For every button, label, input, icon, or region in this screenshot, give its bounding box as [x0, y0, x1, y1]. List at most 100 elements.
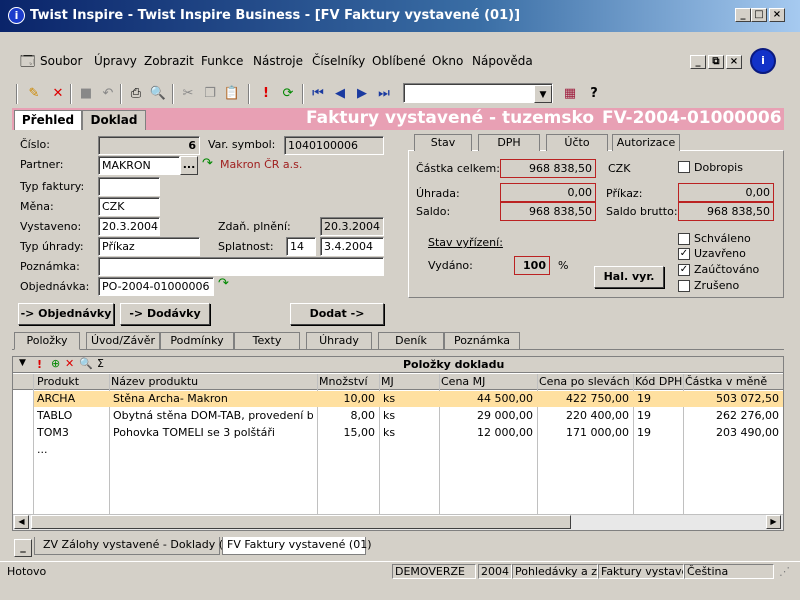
minimize-button[interactable]: _: [735, 8, 751, 22]
cell-castka[interactable]: 503 072,50: [685, 392, 779, 405]
cut-icon[interactable]: ✂: [178, 84, 198, 104]
partner-name-link[interactable]: Makron ČR a.s.: [220, 158, 302, 171]
tab-texty[interactable]: Texty: [234, 332, 300, 349]
cell-nazev[interactable]: Obytná stěna DOM-TAB, provedení buk: [113, 409, 313, 422]
tab-prehled[interactable]: Přehled: [14, 110, 82, 130]
tab-dph[interactable]: DPH: [478, 134, 540, 151]
col-cena-mj[interactable]: Cena MJ: [441, 375, 485, 388]
delete-icon[interactable]: ✕: [48, 84, 68, 104]
menu-funkce[interactable]: Funkce: [201, 54, 243, 68]
cell-cena-po-slevach[interactable]: 171 000,00: [539, 426, 629, 439]
cell-castka[interactable]: 203 490,00: [685, 426, 779, 439]
col-produkt[interactable]: Produkt: [37, 375, 79, 388]
tab-uhrady[interactable]: Úhrady: [306, 332, 372, 349]
typ-uhrady-input[interactable]: Příkaz: [98, 237, 200, 256]
col-kod-dph[interactable]: Kód DPH: [635, 375, 682, 388]
doc-icon[interactable]: 🗔: [20, 51, 35, 75]
cell-cena-po-slevach[interactable]: 422 750,00: [539, 392, 629, 405]
scroll-right-icon[interactable]: ▶: [766, 515, 781, 529]
cell-kod-dph[interactable]: 19: [637, 426, 651, 439]
paste-icon[interactable]: 📋: [222, 84, 242, 104]
next-record-icon[interactable]: ▶: [352, 84, 372, 104]
menu-napoveda[interactable]: Nápověda: [472, 54, 533, 68]
cell-produkt[interactable]: TOM3: [37, 426, 69, 439]
delete-row-icon[interactable]: ✕: [65, 357, 74, 370]
book-icon[interactable]: ▦: [560, 84, 580, 104]
print-icon[interactable]: ⎙: [126, 84, 146, 104]
prev-record-icon[interactable]: ◀: [330, 84, 350, 104]
add-row-icon[interactable]: ⊕: [51, 357, 60, 370]
tab-denik[interactable]: Deník: [378, 332, 444, 349]
dodat-button[interactable]: Dodat ->: [290, 303, 384, 325]
info-icon[interactable]: i: [750, 48, 776, 74]
window-tab-fv[interactable]: FV Faktury vystavené (01): [222, 537, 372, 555]
schvaleno-checkbox[interactable]: [678, 233, 690, 245]
menu-soubor[interactable]: Soubor: [40, 54, 82, 68]
mdi-close-button[interactable]: ×: [726, 55, 742, 69]
dobropis-checkbox[interactable]: [678, 161, 690, 173]
first-record-icon[interactable]: ⏮: [308, 84, 328, 104]
close-button[interactable]: ×: [769, 8, 785, 22]
cell-cena-mj[interactable]: 12 000,00: [441, 426, 533, 439]
undo-icon[interactable]: ↶: [98, 84, 118, 104]
tabs-minimize-button[interactable]: _: [14, 539, 32, 557]
cell-kod-dph[interactable]: 19: [637, 409, 651, 422]
splatnost-input[interactable]: 3.4.2004: [320, 237, 384, 256]
maximize-button[interactable]: □: [751, 8, 767, 22]
objednavky-button[interactable]: -> Objednávky: [18, 303, 114, 325]
vystaveno-input[interactable]: 20.3.2004: [98, 217, 160, 236]
scroll-left-icon[interactable]: ◀: [14, 515, 29, 529]
mdi-restore-button[interactable]: ⧉: [708, 55, 724, 69]
cell-cena-po-slevach[interactable]: 220 400,00: [539, 409, 629, 422]
print-preview-icon[interactable]: 🔍: [148, 84, 168, 104]
cell-nazev[interactable]: Pohovka TOMELI se 3 polštáři: [113, 426, 313, 439]
zruseno-checkbox[interactable]: [678, 280, 690, 292]
refresh-icon[interactable]: ⟳: [278, 84, 298, 104]
menu-oblibene[interactable]: Oblíbené: [372, 54, 426, 68]
zauctovano-checkbox[interactable]: ✓: [678, 264, 690, 276]
typ-faktury-input[interactable]: [98, 177, 160, 196]
cell-mj[interactable]: ks: [383, 426, 395, 439]
cell-produkt[interactable]: ARCHA: [37, 392, 75, 405]
help-icon[interactable]: ?: [584, 84, 604, 104]
tab-stav[interactable]: Stav: [414, 134, 472, 151]
tab-poznamka[interactable]: Poznámka: [444, 332, 520, 349]
toolbar-combo[interactable]: [403, 83, 553, 103]
search-icon[interactable]: 🔍: [79, 357, 93, 370]
menu-okno[interactable]: Okno: [432, 54, 463, 68]
cell-mj[interactable]: ks: [383, 392, 395, 405]
poznamka-input[interactable]: [98, 257, 384, 276]
cell-castka[interactable]: 262 276,00: [685, 409, 779, 422]
app-icon[interactable]: i: [8, 7, 25, 24]
cell-produkt[interactable]: TABLO: [37, 409, 72, 422]
new-icon[interactable]: ✎: [24, 84, 44, 104]
last-record-icon[interactable]: ⏭: [374, 84, 394, 104]
uzavreno-checkbox[interactable]: ✓: [678, 248, 690, 260]
cell-nazev[interactable]: Stěna Archa- Makron: [113, 392, 313, 405]
alert-icon[interactable]: !: [256, 84, 276, 104]
tab-ucto[interactable]: Účto: [546, 134, 608, 151]
cell-mnozstvi[interactable]: 15,00: [319, 426, 376, 439]
cell-cena-mj[interactable]: 29 000,00: [441, 409, 533, 422]
stav-vyrizeni-link[interactable]: Stav vyřízení:: [428, 236, 503, 249]
menu-ciselniky[interactable]: Číselníky: [312, 54, 365, 68]
mdi-minimize-button[interactable]: _: [690, 55, 706, 69]
cell-kod-dph[interactable]: 19: [637, 392, 651, 405]
col-cena-po-slevach[interactable]: Cena po slevách: [539, 375, 630, 388]
dodavky-button[interactable]: -> Dodávky: [120, 303, 210, 325]
new-row-placeholder[interactable]: ...: [37, 443, 48, 456]
alert-icon[interactable]: !: [37, 358, 42, 371]
sum-icon[interactable]: Σ: [97, 357, 104, 370]
tab-autorizace[interactable]: Autorizace: [612, 134, 680, 151]
cell-mnozstvi[interactable]: 10,00: [319, 392, 376, 405]
cell-cena-mj[interactable]: 44 500,00: [441, 392, 533, 405]
menu-nastroje[interactable]: Nástroje: [253, 54, 303, 68]
copy-icon[interactable]: ❐: [200, 84, 220, 104]
tab-uvod-zaver[interactable]: Úvod/Závěr: [86, 332, 160, 349]
link-arrow-icon[interactable]: ↷: [218, 276, 229, 291]
resize-grip-icon[interactable]: ⋰: [776, 564, 796, 579]
window-tab-zv[interactable]: ZV Zálohy vystavené - Doklady (01): [34, 537, 241, 555]
menu-zobrazit[interactable]: Zobrazit: [144, 54, 194, 68]
col-castka[interactable]: Částka v měně: [685, 375, 767, 388]
link-arrow-icon[interactable]: ↷: [202, 156, 213, 171]
